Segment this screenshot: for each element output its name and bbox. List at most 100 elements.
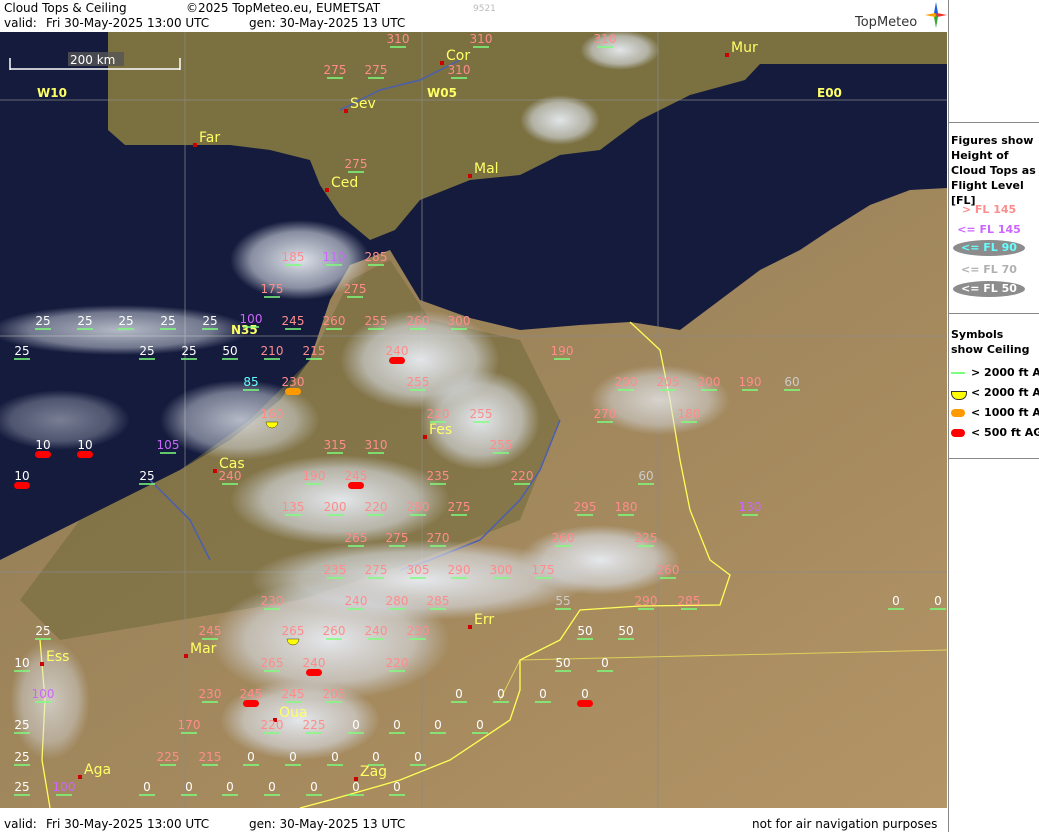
cloud-top-value: 200 [698,375,721,389]
cloud-top-value: 215 [199,750,222,764]
cloud-top-marker: 265 [345,531,368,547]
footer-valid-label: valid: [4,817,37,831]
cloud-top-value: 0 [352,780,360,794]
cloud-top-value: 50 [618,624,633,638]
cloud-top-value: 230 [407,624,430,638]
cloud-top-marker: 180 [615,500,638,516]
cloud-top-marker: 310 [594,32,616,48]
ceiling-below-500-symbol [35,451,51,458]
cloud-top-value: 220 [261,718,284,732]
cloud-top-value: 275 [448,500,471,514]
cloud-top-value: 0 [331,750,339,764]
cloud-top-value: 190 [551,344,574,358]
cloud-top-marker: 275 [448,500,471,516]
cloud-top-marker: 105 [157,438,179,454]
cloud-top-marker: 215 [303,344,325,360]
cloud-top-value: 25 [14,780,29,794]
cloud-top-marker: 25 [160,314,176,330]
cloud-top-value: 240 [386,344,409,358]
cloud-top-value: 305 [407,563,430,577]
cloud-top-marker: 220 [511,469,534,485]
cloud-top-marker: 290 [448,563,470,579]
cloud-top-marker: 55 [555,594,571,610]
cloud-top-value: 25 [14,718,29,732]
valid-time: Fri 30-May-2025 13:00 UTC [46,16,210,30]
cloud-top-marker: 50 [555,656,571,672]
cloud-top-marker: 310 [448,63,470,79]
cloud-top-value: 160 [261,407,284,421]
cloud-top-marker: 280 [407,500,430,516]
cloud-top-value: 280 [407,500,430,514]
cloud-top-value: 0 [393,780,401,794]
cloud-top-value: 260 [552,531,575,545]
fl-legend-item: <= FL 90 [953,240,1025,256]
cloud-top-marker: 25 [14,780,30,796]
grid-label-e00: E00 [817,86,842,100]
cloud-top-value: 10 [14,656,29,670]
cloud-top-value: 25 [77,314,92,328]
cloud-top-value: 310 [387,32,410,46]
city-label: Far [199,130,220,146]
disclaimer: not for air navigation purposes [752,817,938,831]
cloud-top-marker: 295 [574,500,596,516]
cloud-top-value: 265 [345,531,368,545]
cloud-top-marker: 10 [14,469,30,489]
cloud-top-value: 310 [470,32,493,46]
city-label: Ess [46,649,69,665]
cloud-top-value: 260 [323,624,346,638]
ceiling-below-500-symbol [14,482,30,489]
cloud-top-marker: 280 [386,594,408,610]
cloud-top-value: 60 [638,469,653,483]
cloud-top-value: 25 [202,314,217,328]
cloud-top-marker: 25 [77,314,93,330]
ceiling-legend-item: < 1000 ft AGL [951,406,1039,420]
legend-panel: Figures show Height of Cloud Tops as Fli… [948,0,1039,832]
cloud-top-marker: 190 [551,344,574,360]
cloud-top-value: 230 [282,375,305,389]
cloud-top-value: 85 [243,375,258,389]
cloud-top-marker: 210 [261,344,283,360]
cloud-top-value: 25 [118,314,133,328]
cloud-top-value: 260 [407,314,430,328]
cloud-top-marker: 315 [324,438,346,454]
cloud-top-marker: 25 [14,750,30,766]
cloud-top-marker: 260 [657,563,679,579]
cloud-top-value: 255 [407,375,430,389]
cloud-top-value: 245 [240,687,263,701]
cloud-top-value: 180 [615,500,638,514]
cloud-top-marker: 200 [324,500,346,516]
cloud-top-marker: 205 [323,687,345,703]
cloud-top-marker: 200 [698,375,721,391]
weather-map[interactable]: 200 km W10 W05 E00 N35 Far Sev Cor Mur Ced Ma… [0,32,947,808]
cloud-top-value: 190 [303,469,326,483]
city-label: Aga [84,762,111,778]
city-label: Cor [446,48,470,64]
cloud-top-value: 10 [35,438,50,452]
cloud-top-value: 220 [365,500,388,514]
grid-label-w05: W05 [427,86,457,100]
cloud-top-value: 25 [139,469,154,483]
cloud-top-marker: 285 [678,594,700,610]
map-header: Cloud Tops & Ceiling ©2025 TopMeteo.eu, … [0,0,947,32]
cloud-top-value: 220 [511,469,534,483]
cloud-top-value: 240 [345,594,368,608]
cloud-top-value: 0 [539,687,547,701]
cloud-top-value: 0 [601,656,609,670]
fl-legend-item: <= FL 145 [957,223,1021,236]
cloud-top-marker: 235 [324,563,346,579]
cloud-top-marker: 230 [407,624,430,640]
cloud-top-value: 185 [282,250,305,264]
cloud-top-marker: 260 [407,314,430,330]
cloud-top-marker: 260 [552,531,575,547]
cloud-top-value: 180 [678,407,701,421]
cloud-top-marker: 25 [14,718,30,734]
cloud-top-value: 50 [555,656,570,670]
cloud-top-marker: 245 [199,624,221,640]
cloud-top-marker: 25 [202,314,218,330]
cloud-top-value: 25 [14,750,29,764]
ceiling-line-icon [951,372,965,374]
cloud-top-value: 275 [344,282,367,296]
cloud-top-marker: 270 [594,407,616,423]
cloud-top-value: 0 [414,750,422,764]
cloud-top-value: 200 [615,375,638,389]
